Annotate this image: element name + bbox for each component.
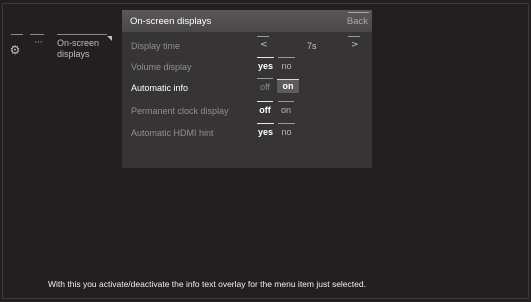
panel-header: On-screen displays Back bbox=[122, 10, 372, 32]
option-marker bbox=[278, 123, 295, 124]
option-off[interactable]: off bbox=[257, 104, 273, 117]
option-marker bbox=[278, 101, 294, 102]
option-marker bbox=[257, 36, 269, 37]
row-label-automatic-info[interactable]: Automatic info bbox=[131, 83, 188, 93]
option-marker bbox=[257, 101, 273, 102]
option-on[interactable]: on bbox=[277, 79, 299, 93]
option-marker bbox=[278, 57, 295, 58]
settings-panel: On-screen displays Back Display time < 7… bbox=[122, 10, 372, 168]
option-marker bbox=[348, 36, 360, 37]
option-marker bbox=[257, 78, 273, 79]
breadcrumb-ellipsis[interactable]: ··· bbox=[34, 38, 43, 48]
back-button[interactable]: Back bbox=[347, 16, 368, 27]
option-marker bbox=[257, 57, 274, 58]
option-yes[interactable]: yes bbox=[257, 126, 274, 139]
row-label-hdmi-hint[interactable]: Automatic HDMI hint bbox=[131, 128, 214, 138]
panel-title: On-screen displays bbox=[130, 16, 212, 27]
help-text: With this you activate/deactivate the in… bbox=[48, 279, 366, 289]
option-no[interactable]: no bbox=[278, 126, 295, 139]
breadcrumb-label[interactable]: On-screen displays bbox=[57, 38, 113, 60]
row-label-volume-display[interactable]: Volume display bbox=[131, 62, 192, 72]
crumb-divider bbox=[11, 34, 23, 35]
display-time-value: 7s bbox=[307, 41, 317, 51]
option-no[interactable]: no bbox=[278, 60, 295, 73]
option-off[interactable]: off bbox=[257, 81, 273, 94]
gear-icon[interactable]: ⚙ bbox=[9, 44, 21, 56]
row-label-permanent-clock[interactable]: Permanent clock display bbox=[131, 106, 229, 116]
back-indicator bbox=[348, 12, 369, 13]
option-on[interactable]: on bbox=[278, 104, 294, 117]
option-yes[interactable]: yes bbox=[257, 60, 274, 73]
right-arrow-button[interactable]: > bbox=[351, 40, 359, 50]
corner-marker-icon bbox=[107, 36, 112, 41]
left-arrow-button[interactable]: < bbox=[260, 40, 268, 50]
row-label-display-time[interactable]: Display time bbox=[131, 41, 180, 51]
option-marker bbox=[257, 123, 274, 124]
crumb-divider bbox=[57, 34, 107, 35]
crumb-divider bbox=[30, 34, 44, 35]
